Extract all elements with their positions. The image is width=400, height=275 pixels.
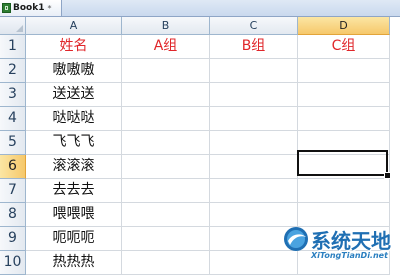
cell-a1[interactable]: 姓名 (26, 35, 122, 59)
workbook-tab[interactable]: Book1 * (0, 0, 62, 16)
cell-c3[interactable] (210, 83, 298, 107)
cell-b3[interactable] (122, 83, 210, 107)
cell-b7[interactable] (122, 179, 210, 203)
cell-d6[interactable] (298, 155, 390, 179)
cell-b1[interactable]: A组 (122, 35, 210, 59)
cell-d1[interactable]: C组 (298, 35, 390, 59)
select-all-corner[interactable] (0, 17, 26, 35)
column-header-b[interactable]: B (122, 17, 210, 35)
cell-c7[interactable] (210, 179, 298, 203)
cell-d5[interactable] (298, 131, 390, 155)
row-header-3[interactable]: 3 (0, 83, 26, 107)
cell-d7[interactable] (298, 179, 390, 203)
cell-c5[interactable] (210, 131, 298, 155)
cell-d2[interactable] (298, 59, 390, 83)
row-header-5[interactable]: 5 (0, 131, 26, 155)
row-header-4[interactable]: 4 (0, 107, 26, 131)
cell-c6[interactable] (210, 155, 298, 179)
cell-b4[interactable] (122, 107, 210, 131)
cell-a8[interactable]: 喂喂喂 (26, 203, 122, 227)
cell-c2[interactable] (210, 59, 298, 83)
cell-b2[interactable] (122, 59, 210, 83)
cell-b8[interactable] (122, 203, 210, 227)
cell-c1[interactable]: B组 (210, 35, 298, 59)
cell-c4[interactable] (210, 107, 298, 131)
cell-b5[interactable] (122, 131, 210, 155)
watermark-url: XiTongTianDi.net (311, 251, 388, 260)
cell-a10[interactable]: 热热热 (26, 251, 122, 275)
cell-a7[interactable]: 去去去 (26, 179, 122, 203)
unsaved-marker: * (47, 3, 52, 13)
cell-d3[interactable] (298, 83, 390, 107)
row-header-6[interactable]: 6 (0, 155, 26, 179)
row-header-8[interactable]: 8 (0, 203, 26, 227)
fill-handle[interactable] (384, 172, 391, 179)
workbook-icon (2, 3, 11, 13)
cell-a6[interactable]: 滚滚滚 (26, 155, 122, 179)
cell-d4[interactable] (298, 107, 390, 131)
row-header-10[interactable]: 10 (0, 251, 26, 275)
watermark: 系统天地 XiTongTianDi.net (282, 221, 400, 266)
row-header-9[interactable]: 9 (0, 227, 26, 251)
cell-b10[interactable] (122, 251, 210, 275)
cell-a5[interactable]: 飞飞飞 (26, 131, 122, 155)
row-header-1[interactable]: 1 (0, 35, 26, 59)
column-header-d[interactable]: D (298, 17, 390, 35)
watermark-title: 系统天地 (311, 229, 391, 253)
cell-a4[interactable]: 哒哒哒 (26, 107, 122, 131)
globe-logo-icon (284, 227, 308, 251)
cell-a9[interactable]: 呃呃呃 (26, 227, 122, 251)
workbook-tab-bar: Book1 * (0, 0, 400, 17)
cell-a3[interactable]: 送送送 (26, 83, 122, 107)
row-header-2[interactable]: 2 (0, 59, 26, 83)
row-header-7[interactable]: 7 (0, 179, 26, 203)
cell-a2[interactable]: 嗷嗷嗷 (26, 59, 122, 83)
workbook-tab-label: Book1 (13, 3, 45, 13)
column-header-c[interactable]: C (210, 17, 298, 35)
column-header-a[interactable]: A (26, 17, 122, 35)
cell-b9[interactable] (122, 227, 210, 251)
cell-b6[interactable] (122, 155, 210, 179)
